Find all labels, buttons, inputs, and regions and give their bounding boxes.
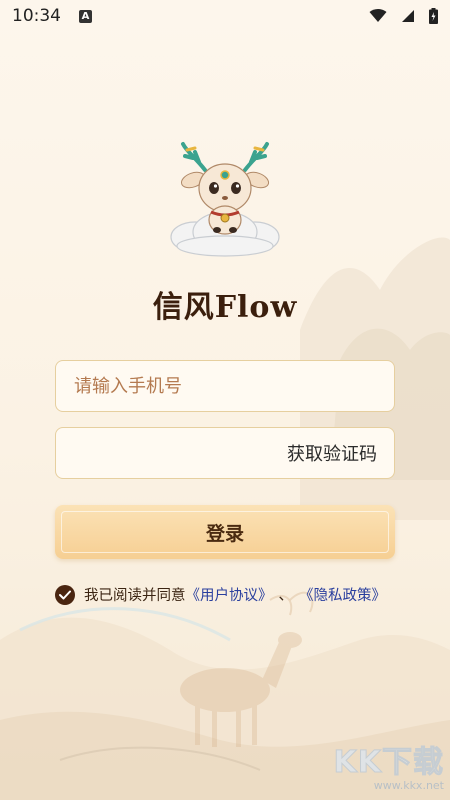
signal-icon: [402, 10, 414, 22]
wifi-icon: [369, 9, 387, 22]
watermark-brand: KK下载: [333, 745, 444, 781]
status-time: 10:34: [12, 6, 61, 26]
watermark: KK下载 www.kkx.net: [333, 737, 444, 793]
status-bar: 10:34 A: [0, 0, 450, 32]
app-title: 信风Flow: [152, 290, 298, 325]
login-button[interactable]: 登录: [55, 505, 395, 559]
a-notification-icon: A: [79, 9, 92, 23]
verification-code-field[interactable]: 获取验证码: [55, 427, 395, 479]
user-agreement-link[interactable]: 《用户协议》: [186, 584, 273, 605]
get-code-button[interactable]: 获取验证码: [287, 428, 377, 478]
agreement-separator: 、: [278, 588, 294, 604]
phone-field[interactable]: [55, 360, 395, 412]
phone-input[interactable]: [56, 361, 394, 411]
deer-mascot-icon: [170, 142, 280, 257]
login-button-label: 登录: [205, 522, 244, 545]
checkmark-icon: [59, 590, 71, 599]
privacy-policy-link[interactable]: 《隐私政策》: [299, 584, 386, 605]
agreement-checkbox[interactable]: [55, 584, 75, 605]
agreement-prefix: 我已阅读并同意: [84, 588, 186, 604]
agreement-row: 我已阅读并同意 《用户协议》 、 《隐私政策》: [55, 584, 386, 605]
battery-charging-icon: [429, 8, 438, 24]
